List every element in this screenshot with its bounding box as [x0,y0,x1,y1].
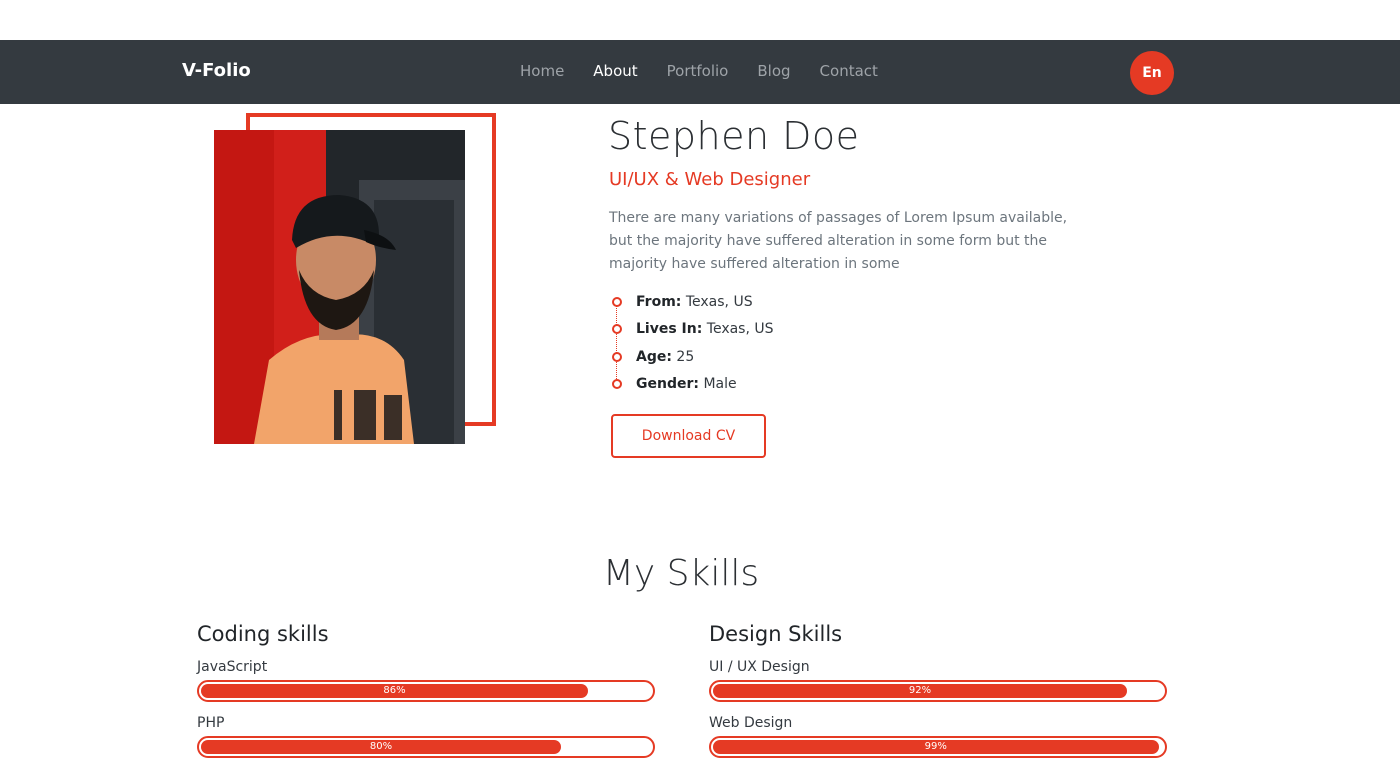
profile-bio: There are many variations of passages of… [609,210,1068,272]
skill-progress-fill: 86% [201,684,588,698]
profile-photo-illustration [214,130,465,444]
nav-link-portfolio[interactable]: Portfolio [667,62,729,80]
skill-javascript: JavaScript 86% [197,658,655,714]
coding-skills-column: Coding skills JavaScript 86% PHP 80% [197,622,655,770]
skill-name: PHP [197,715,225,731]
skill-php: PHP 80% [197,714,655,770]
nav-link-contact[interactable]: Contact [820,62,878,80]
download-cv-button[interactable]: Download CV [611,414,766,458]
navbar: V-Folio Home About Portfolio Blog Contac… [0,40,1400,104]
skills-title: My Skills [602,553,760,594]
profile-role: UI/UX & Web Designer [609,169,811,190]
detail-age: Age: 25 [609,346,909,373]
skill-progress-fill: 80% [201,740,561,754]
skill-progress-bar: 80% [197,736,655,758]
design-skills-heading: Design Skills [709,622,843,646]
skill-name: Web Design [709,715,793,731]
circle-outline-icon [612,378,622,389]
coding-skills-heading: Coding skills [197,622,329,646]
detail-label: Gender: [636,375,699,392]
skill-name: UI / UX Design [709,659,810,675]
detail-value: Male [703,375,737,392]
skill-progress-bar: 99% [709,736,1167,758]
nav-link-blog[interactable]: Blog [757,62,790,80]
skill-name: JavaScript [197,659,268,675]
detail-lives-in: Lives In: Texas, US [609,318,909,345]
brand-logo[interactable]: V-Folio [182,60,251,81]
circle-outline-icon [612,297,622,307]
circle-outline-icon [612,351,622,362]
nav-links: Home About Portfolio Blog Contact [520,62,878,80]
skill-progress-bar: 92% [709,680,1167,702]
profile-name: Stephen Doe [608,114,860,158]
profile-photo [214,130,465,444]
skill-progress-fill: 99% [713,740,1159,754]
language-button[interactable]: En [1130,51,1174,95]
profile-details: From: Texas, US Lives In: Texas, US Age:… [609,291,909,400]
detail-gender: Gender: Male [609,373,909,400]
skill-progress-fill: 92% [713,684,1127,698]
detail-label: Lives In: [636,321,703,338]
detail-value: Texas, US [685,294,753,310]
detail-value: Texas, US [706,321,774,338]
skill-ui-ux-design: UI / UX Design 92% [709,658,1167,714]
skill-progress-bar: 86% [197,680,655,702]
detail-from: From: Texas, US [609,291,909,318]
detail-label: Age: [636,348,672,365]
nav-link-about[interactable]: About [593,62,637,80]
nav-link-home[interactable]: Home [520,62,564,80]
detail-value: 25 [676,348,695,365]
circle-outline-icon [612,324,622,335]
skill-web-design: Web Design 99% [709,714,1167,770]
detail-label: From: [636,294,682,310]
design-skills-column: Design Skills UI / UX Design 92% Web Des… [709,622,1167,770]
